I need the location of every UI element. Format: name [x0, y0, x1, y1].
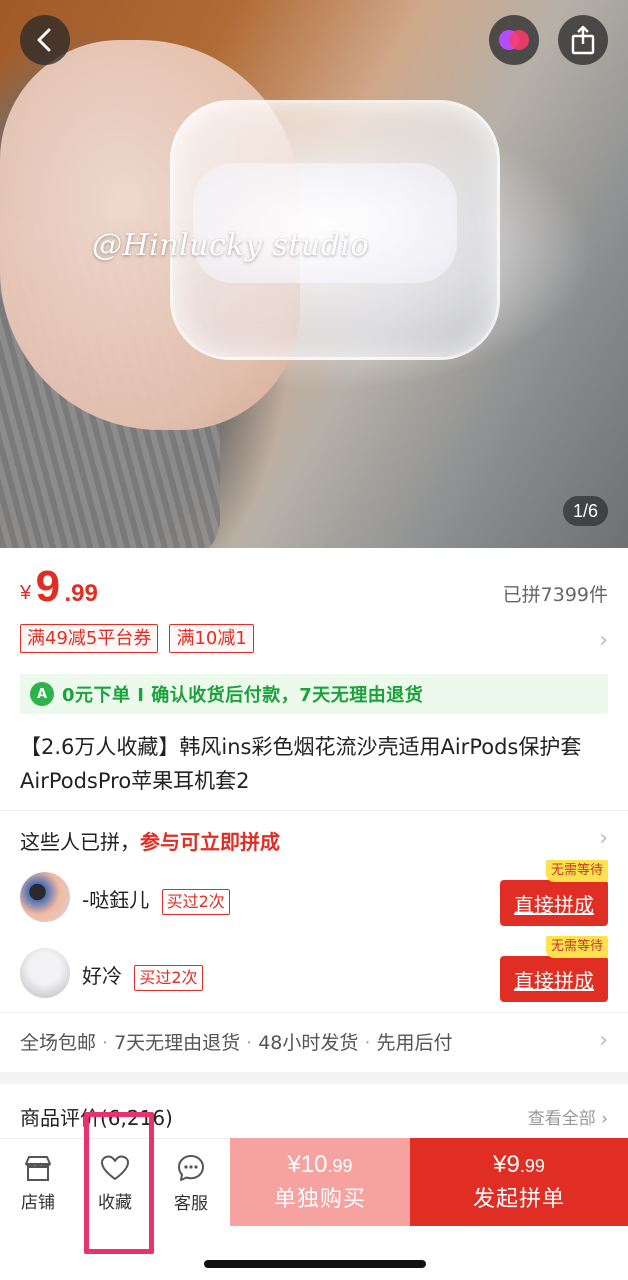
join-group-label: 直接拼成 — [514, 968, 594, 993]
separator-dot: · — [102, 1032, 109, 1054]
bought-badge: 买过2次 — [161, 888, 230, 915]
avatar — [20, 872, 70, 922]
brand-button[interactable] — [489, 15, 539, 65]
coupon-store[interactable]: 满10减1 — [169, 624, 254, 653]
image-watermark: @Hinlucky studio — [92, 228, 370, 263]
coupon-platform[interactable]: 满49减5平台券 — [20, 624, 159, 653]
join-group-label: 直接拼成 — [514, 892, 594, 917]
customer-service-button[interactable]: 客服 — [153, 1139, 229, 1227]
chevron-right-icon: › — [599, 1028, 608, 1053]
image-page-indicator: 1/6 — [562, 496, 608, 526]
buy-alone-button[interactable]: ¥10.99 单独购买 — [230, 1138, 410, 1226]
member-name: -哒鈺儿 — [82, 888, 150, 912]
separator-dot: · — [246, 1032, 253, 1054]
service-item: 48小时发货 — [258, 1032, 359, 1054]
join-group-button[interactable]: 直接拼成 — [500, 956, 608, 1002]
service-guarantees[interactable]: 全场包邮 · 7天无理由退货 · 48小时发货 · 先用后付 › — [20, 1028, 608, 1058]
heart-icon — [101, 1155, 129, 1180]
no-wait-tag: 无需等待 — [545, 860, 608, 882]
buy-alone-price: ¥10.99 — [287, 1151, 353, 1178]
share-button[interactable] — [558, 15, 608, 65]
back-arrow-icon — [37, 28, 51, 52]
guarantee-text: 0元下单 I 确认收货后付款，7天无理由退货 — [62, 685, 424, 706]
service-item: 7天无理由退货 — [114, 1032, 241, 1054]
brand-logo-icon — [499, 30, 529, 50]
service-item: 先用后付 — [376, 1032, 453, 1054]
reviews-title: 商品评价(6,216) — [20, 1106, 173, 1130]
group-buy-header[interactable]: 这些人已拼，参与可立即拼成 › — [20, 826, 608, 856]
group-member: -哒鈺儿 买过2次 直接拼成 无需等待 — [20, 860, 608, 926]
favorite-label: 收藏 — [98, 1192, 132, 1213]
store-button[interactable]: 店铺 — [0, 1139, 76, 1227]
group-buy-prefix: 这些人已拼， — [20, 830, 140, 854]
store-icon — [25, 1155, 51, 1181]
guarantee-badge-icon: A — [30, 682, 54, 706]
group-buy-price: ¥9.99 — [493, 1151, 545, 1178]
share-icon — [571, 25, 595, 55]
start-group-buy-button[interactable]: ¥9.99 发起拼单 — [410, 1138, 628, 1226]
price-integer: 9 — [35, 562, 61, 611]
avatar — [20, 948, 70, 998]
product-image[interactable]: @Hinlucky studio 1/6 — [0, 0, 628, 548]
view-all-reviews-link[interactable]: 查看全部 › — [528, 1104, 608, 1129]
buy-alone-label: 单独购买 — [273, 1187, 366, 1212]
group-buy-highlight: 参与可立即拼成 — [140, 830, 280, 854]
separator-dot: · — [364, 1032, 371, 1054]
product-title: 【2.6万人收藏】韩风ins彩色烟花流沙壳适用AirPods保护套AirPods… — [20, 735, 582, 793]
divider — [0, 810, 628, 811]
divider — [0, 1012, 628, 1013]
price-decimal: .99 — [64, 580, 98, 607]
service-label: 客服 — [174, 1193, 208, 1214]
chevron-right-icon: › — [599, 826, 608, 851]
service-item: 全场包邮 — [20, 1032, 97, 1054]
back-button[interactable] — [20, 15, 70, 65]
home-indicator[interactable] — [204, 1260, 426, 1268]
currency-symbol: ¥ — [20, 582, 32, 604]
bought-badge: 买过2次 — [134, 964, 203, 991]
group-buy-label: 发起拼单 — [472, 1187, 565, 1212]
join-group-button[interactable]: 直接拼成 — [500, 880, 608, 926]
group-member: 好冷 买过2次 直接拼成 无需等待 — [20, 936, 608, 1002]
member-name: 好冷 — [82, 964, 122, 988]
reviews-header[interactable]: 商品评价(6,216) 查看全部 › — [20, 1102, 608, 1132]
no-wait-tag: 无需等待 — [545, 936, 608, 958]
coupon-row[interactable]: 满49减5平台券 满10减1 › — [20, 624, 608, 654]
group-price: ¥ 9 .99 — [20, 562, 98, 612]
price-row: ¥ 9 .99 已拼7399件 — [20, 562, 608, 612]
sold-count: 已拼7399件 — [502, 584, 608, 606]
store-label: 店铺 — [21, 1192, 55, 1213]
chat-icon — [178, 1154, 204, 1181]
guarantee-banner[interactable]: A 0元下单 I 确认收货后付款，7天无理由退货 — [20, 674, 608, 714]
favorite-button[interactable]: 收藏 — [77, 1139, 153, 1227]
section-gap — [0, 1072, 628, 1084]
chevron-right-icon: › — [599, 628, 608, 653]
